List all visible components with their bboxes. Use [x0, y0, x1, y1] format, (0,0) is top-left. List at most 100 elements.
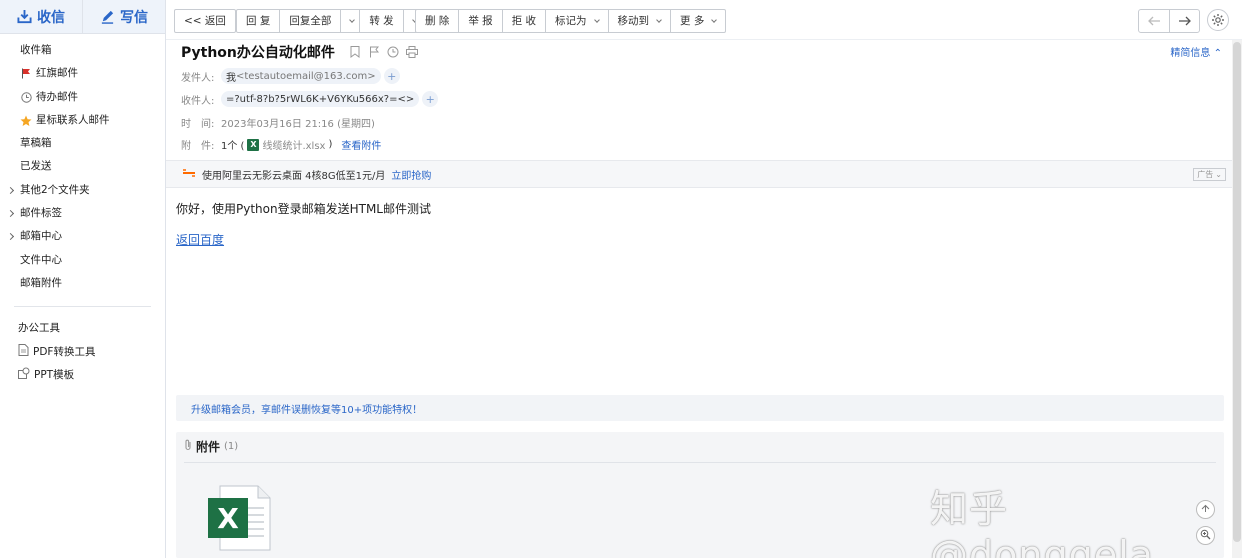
- folder-other[interactable]: 其他2个文件夹: [0, 179, 165, 202]
- clock-icon[interactable]: [386, 45, 400, 59]
- more-button[interactable]: 更 多: [670, 10, 725, 32]
- ad-text: 使用阿里云无影云桌面 4核8G低至1元/月: [202, 170, 386, 182]
- ad-tag[interactable]: 广告 ⌄: [1193, 168, 1226, 181]
- print-icon[interactable]: [405, 45, 419, 59]
- folder-flagged[interactable]: 红旗邮件: [0, 62, 165, 85]
- folder-label: 文件中心: [20, 253, 62, 266]
- mark-as-button[interactable]: 标记为: [545, 10, 608, 32]
- compose-button[interactable]: 写信: [82, 0, 165, 33]
- more-label: 更 多: [680, 15, 705, 27]
- excel-icon: X: [247, 138, 260, 151]
- sender-chip[interactable]: 我 <testautoemail@163.com>: [221, 68, 381, 84]
- previous-mail-button[interactable]: [1139, 10, 1169, 32]
- pen-icon: [101, 10, 114, 24]
- compose-label: 写信: [120, 9, 148, 26]
- mark-as-label: 标记为: [555, 15, 587, 27]
- reply-group: 回 复 回复全部 转 发: [236, 9, 423, 33]
- folder-inbox[interactable]: 收件箱: [0, 39, 165, 62]
- add-contact-button[interactable]: +: [422, 91, 439, 107]
- sender-row: 发件人: 我 <testautoemail@163.com> +: [181, 68, 400, 84]
- chevron-down-icon: [711, 16, 718, 23]
- document-icon: [18, 344, 29, 359]
- next-mail-button[interactable]: [1169, 10, 1199, 32]
- toolbar: << 返回 回 复 回复全部 转 发 删 除 举 报 拒 收 标记为 移动到 更…: [166, 0, 1242, 40]
- mail-navigation: [1138, 9, 1200, 33]
- ad-bar: 使用阿里云无影云桌面 4核8G低至1元/月 立即抢购 广告 ⌄: [166, 160, 1232, 188]
- vip-promo-banner[interactable]: 升级邮箱会员，享邮件误删恢复等10+项功能特权！: [176, 395, 1224, 421]
- star-icon: [20, 115, 32, 127]
- gear-icon: [1212, 14, 1224, 26]
- tools-title: 办公工具: [18, 322, 60, 335]
- folder-starred-contacts[interactable]: 星标联系人邮件: [0, 109, 165, 132]
- arrow-left-icon: [1147, 16, 1160, 26]
- simple-info-toggle[interactable]: 精简信息 ⌃: [1170, 44, 1222, 59]
- excel-file-thumbnail[interactable]: X: [206, 484, 272, 554]
- folder-drafts[interactable]: 草稿箱: [0, 132, 165, 155]
- back-button[interactable]: << 返回: [175, 10, 235, 32]
- ad-buy-link[interactable]: 立即抢购: [391, 167, 431, 182]
- folder-label: 收件箱: [20, 44, 52, 56]
- sidebar-divider: [14, 306, 151, 308]
- scroll-to-top-button[interactable]: [1196, 500, 1215, 519]
- watermark: 知乎 @donggela: [930, 487, 1154, 558]
- bookmark-icon[interactable]: [348, 45, 362, 59]
- sender-email: <testautoemail@163.com>: [236, 70, 376, 82]
- view-attachment-link[interactable]: 查看附件: [341, 137, 381, 152]
- attachment-panel-title: 附件 (1): [184, 438, 238, 455]
- chevron-down-icon: [349, 16, 356, 23]
- sender-label: 发件人:: [181, 72, 215, 84]
- reply-dropdown-button[interactable]: [340, 10, 359, 32]
- recipient-chip[interactable]: =?utf-8?b?5rWL6K+V6YKu566x?=<>: [221, 91, 420, 107]
- mail-body-link[interactable]: 返回百度: [176, 231, 224, 248]
- reply-button[interactable]: 回 复: [237, 10, 279, 32]
- folder-file-center[interactable]: 文件中心: [0, 249, 165, 272]
- delete-button[interactable]: 删 除: [416, 10, 458, 32]
- excel-file-icon: X: [208, 485, 271, 551]
- folder-label: 红旗邮件: [36, 67, 78, 80]
- zoom-button[interactable]: [1196, 526, 1215, 545]
- tool-ppt-template[interactable]: PPT模板: [0, 363, 165, 386]
- receive-button[interactable]: 收信: [0, 0, 82, 33]
- add-contact-button[interactable]: +: [383, 68, 400, 84]
- receive-label: 收信: [37, 9, 65, 26]
- recipient-label: 收件人:: [181, 95, 215, 107]
- scrollbar-thumb[interactable]: [1233, 42, 1241, 542]
- attachments-count: (1): [224, 441, 239, 452]
- time-row: 时 间: 2023年03月16日 21:16 (星期四): [181, 115, 375, 130]
- chevron-down-icon: ⌄: [1215, 170, 1222, 179]
- folder-mail-center[interactable]: 邮箱中心: [0, 225, 165, 248]
- folder-label: 已发送: [20, 160, 52, 173]
- recipient-row: 收件人: =?utf-8?b?5rWL6K+V6YKu566x?=<> +: [181, 91, 439, 107]
- settings-button[interactable]: [1207, 9, 1229, 31]
- tool-pdf-converter[interactable]: PDF转换工具: [0, 340, 165, 363]
- folder-label: 邮箱中心: [20, 230, 62, 243]
- folder-sent[interactable]: 已发送: [0, 155, 165, 178]
- folder-tags[interactable]: 邮件标签: [0, 202, 165, 225]
- attachment-filename[interactable]: 线缆统计.xlsx: [262, 137, 325, 152]
- svg-text:X: X: [217, 502, 239, 535]
- reply-all-button[interactable]: 回复全部: [279, 10, 340, 32]
- attachment-close-paren: ): [328, 139, 333, 150]
- folder-todo[interactable]: 待办邮件: [0, 86, 165, 109]
- paperclip-icon: [184, 439, 192, 454]
- recipient-address: =?utf-8?b?5rWL6K+V6YKu566x?=<>: [226, 93, 415, 105]
- flag-icon[interactable]: [367, 45, 381, 59]
- folder-attachments[interactable]: 邮箱附件: [0, 272, 165, 295]
- attachments-title: 附件: [196, 440, 221, 454]
- attachment-row: 附 件: 1个 ( X 线缆统计.xlsx ) 查看附件: [181, 137, 381, 152]
- move-to-button[interactable]: 移动到: [607, 10, 671, 32]
- chevron-down-icon: [593, 16, 600, 23]
- forward-button[interactable]: 转 发: [359, 10, 402, 32]
- arrow-right-icon: [1179, 16, 1191, 26]
- attachment-divider: [184, 462, 1216, 463]
- aliyun-logo-icon: [182, 168, 196, 180]
- top-actions: 收信 写信: [0, 0, 165, 34]
- mail-time: 2023年03月16日 21:16 (星期四): [221, 119, 375, 130]
- simple-info-label: 精简信息: [1170, 48, 1211, 59]
- tool-label: PPT模板: [34, 369, 75, 382]
- tool-label: PDF转换工具: [33, 346, 96, 359]
- report-button[interactable]: 举 报: [458, 10, 501, 32]
- reject-button[interactable]: 拒 收: [501, 10, 545, 32]
- mail-subject: Python办公自动化邮件: [181, 45, 335, 61]
- attachment-count: 1个 (: [221, 141, 245, 152]
